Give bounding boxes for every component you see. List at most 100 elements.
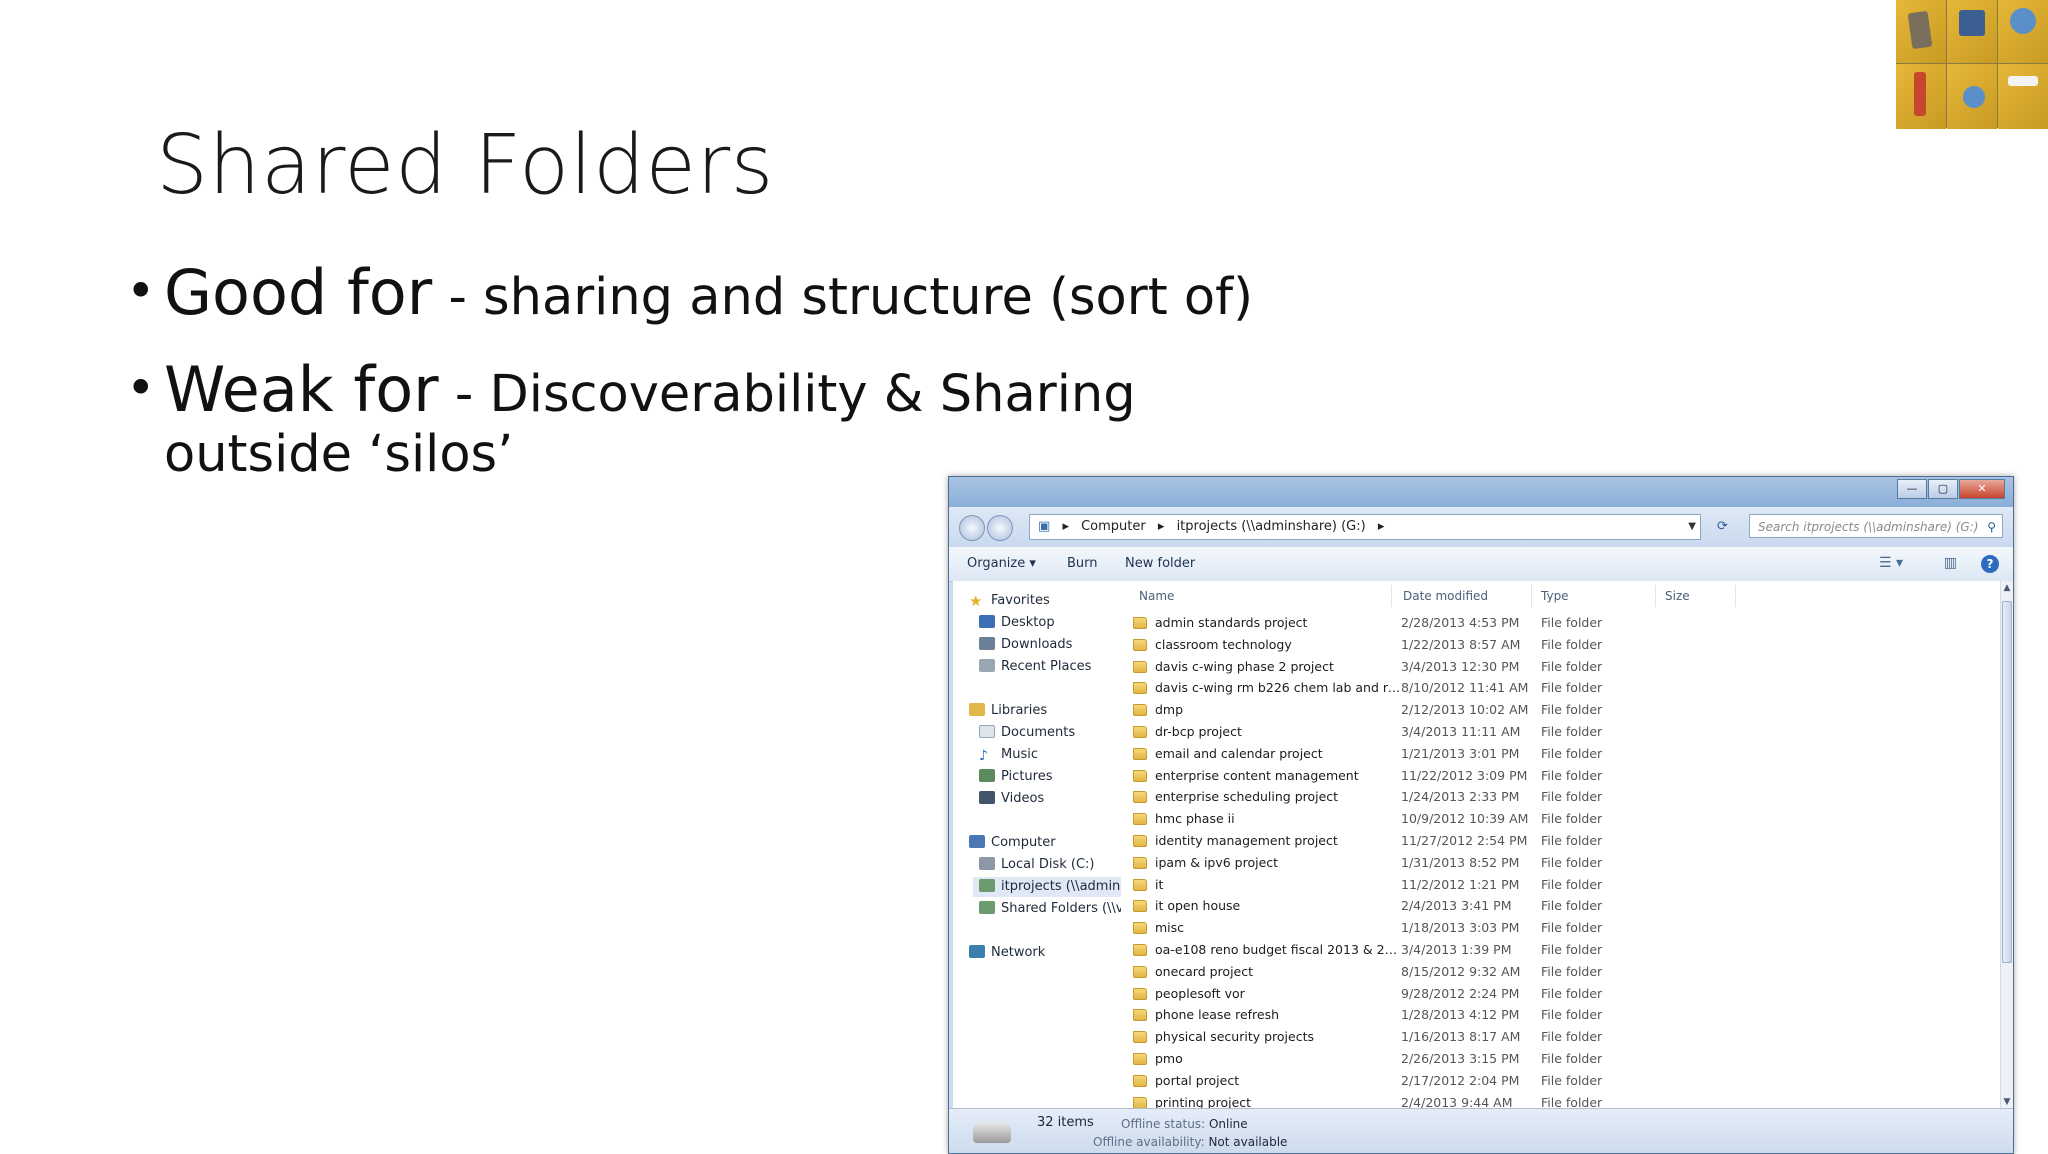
maximize-button[interactable]: ▢: [1928, 479, 1958, 499]
close-button[interactable]: ✕: [1959, 479, 2005, 499]
view-options-icon[interactable]: ☰ ▾: [1879, 555, 1903, 571]
details-pane: 32 items Offline status: Online Offline …: [949, 1108, 2013, 1153]
refresh-icon[interactable]: ⟳: [1717, 519, 1728, 534]
file-row[interactable]: dmp 2/12/2013 10:02 AM File folder: [1121, 700, 2003, 721]
file-row[interactable]: pmo 2/26/2013 3:15 PM File folder: [1121, 1049, 2003, 1070]
new-folder-button[interactable]: New folder: [1125, 556, 1195, 571]
file-row[interactable]: misc 1/18/2013 3:03 PM File folder: [1121, 918, 2003, 939]
file-date: 10/9/2012 10:39 AM: [1401, 811, 1529, 827]
nav-desktop[interactable]: Desktop: [979, 613, 1055, 633]
nav-videos[interactable]: Videos: [979, 789, 1044, 809]
address-segment-computer[interactable]: Computer: [1081, 519, 1146, 534]
scroll-down-icon[interactable]: ▼: [2001, 1097, 2013, 1107]
column-divider[interactable]: [1531, 585, 1532, 607]
scrollbar-thumb[interactable]: [2002, 601, 2012, 963]
folder-icon: [1133, 835, 1147, 847]
file-row[interactable]: admin standards project 2/28/2013 4:53 PM…: [1121, 613, 2003, 634]
file-row[interactable]: phone lease refresh 1/28/2013 4:12 PM File…: [1121, 1005, 2003, 1026]
forward-button[interactable]: [987, 515, 1013, 541]
file-name: identity management project: [1155, 833, 1338, 848]
address-bar[interactable]: ▣ ▸ Computer ▸ itprojects (\\adminshare)…: [1029, 514, 1701, 540]
file-type: File folder: [1541, 898, 1603, 914]
recent-places-icon: [979, 659, 995, 672]
file-row[interactable]: dr-bcp project 3/4/2013 11:11 AM File fold…: [1121, 722, 2003, 743]
file-row[interactable]: oa-e108 reno budget fiscal 2013 & 2014 3/…: [1121, 940, 2003, 961]
scroll-up-icon[interactable]: ▲: [2001, 583, 2013, 593]
nav-network[interactable]: Network: [969, 943, 1045, 963]
file-date: 2/4/2013 3:41 PM: [1401, 898, 1512, 914]
nav-pictures[interactable]: Pictures: [979, 767, 1052, 787]
column-header-size[interactable]: Size: [1665, 589, 1690, 603]
nav-computer[interactable]: Computer: [969, 833, 1056, 853]
search-input[interactable]: Search itprojects (\\adminshare) (G:) ⚲: [1749, 514, 2003, 538]
nav-shared-folders[interactable]: Shared Folders (\\vn: [979, 899, 1121, 919]
file-row[interactable]: hmc phase ii 10/9/2012 10:39 AM File folde…: [1121, 809, 2003, 830]
minimize-button[interactable]: —: [1897, 479, 1927, 499]
address-dropdown-icon[interactable]: ▼: [1688, 515, 1696, 539]
file-date: 1/28/2013 4:12 PM: [1401, 1007, 1520, 1023]
file-row[interactable]: email and calendar project 1/21/2013 3:01…: [1121, 744, 2003, 765]
column-header-name[interactable]: Name: [1139, 589, 1174, 603]
file-date: 1/31/2013 8:52 PM: [1401, 854, 1520, 870]
nav-local-disk[interactable]: Local Disk (C:): [979, 855, 1094, 875]
column-header-date[interactable]: Date modified: [1403, 589, 1488, 603]
file-row[interactable]: it 11/2/2012 1:21 PM File folder: [1121, 875, 2003, 896]
file-name: pmo: [1155, 1051, 1183, 1066]
file-date: 1/24/2013 2:33 PM: [1401, 789, 1520, 805]
nav-music[interactable]: ♪ Music: [979, 745, 1038, 765]
nav-documents[interactable]: Documents: [979, 723, 1075, 743]
bullet-dot: •: [126, 359, 156, 417]
file-row[interactable]: classroom technology 1/22/2013 8:57 AM Fil…: [1121, 635, 2003, 656]
folder-icon: [1133, 660, 1147, 673]
column-divider[interactable]: [1735, 585, 1736, 607]
file-row[interactable]: enterprise content management 11/22/2012 …: [1121, 766, 2003, 787]
back-button[interactable]: [959, 515, 985, 541]
address-segment-drive[interactable]: itprojects (\\adminshare) (G:): [1177, 519, 1366, 534]
file-name: oa-e108 reno budget fiscal 2013 & 2014: [1155, 942, 1401, 957]
file-row[interactable]: portal project 2/17/2012 2:04 PM File fold…: [1121, 1071, 2003, 1092]
file-row[interactable]: onecard project 8/15/2012 9:32 AM File fol…: [1121, 962, 2003, 983]
nav-favorites[interactable]: ★ Favorites: [969, 591, 1050, 611]
file-date: 2/26/2013 3:15 PM: [1401, 1051, 1520, 1066]
vertical-scrollbar[interactable]: ▲ ▼: [2000, 581, 2013, 1109]
file-row[interactable]: physical security projects 1/16/2013 8:17…: [1121, 1027, 2003, 1048]
folder-icon: [1133, 856, 1147, 869]
column-divider[interactable]: [1391, 585, 1392, 607]
help-icon[interactable]: ?: [1981, 555, 1999, 573]
file-row[interactable]: peoplesoft vor 9/28/2012 2:24 PM File fold…: [1121, 984, 2003, 1005]
window-titlebar[interactable]: — ▢ ✕: [949, 477, 2013, 507]
file-row[interactable]: printing project 2/4/2013 9:44 AM File fol…: [1121, 1093, 2003, 1109]
file-date: 8/15/2012 9:32 AM: [1401, 963, 1521, 979]
file-name: it: [1155, 876, 1164, 892]
file-row[interactable]: it open house 2/4/2013 3:41 PM File folder: [1121, 896, 2003, 917]
bullet-lead: Good for: [164, 256, 433, 329]
file-type: File folder: [1541, 702, 1603, 718]
file-row[interactable]: identity management project 11/27/2012 2:…: [1121, 831, 2003, 852]
file-name: physical security projects: [1155, 1029, 1314, 1045]
file-date: 2/12/2013 10:02 AM: [1401, 702, 1529, 718]
column-divider[interactable]: [1655, 585, 1656, 607]
file-row[interactable]: ipam & ipv6 project 1/31/2013 8:52 PM File…: [1121, 853, 2003, 874]
nav-downloads[interactable]: Downloads: [979, 635, 1072, 655]
organize-button[interactable]: Organize ▾: [967, 556, 1036, 571]
nav-libraries[interactable]: Libraries: [969, 701, 1047, 721]
file-row[interactable]: enterprise scheduling project 1/24/2013 2…: [1121, 787, 2003, 808]
file-name: misc: [1155, 920, 1185, 936]
column-header-type[interactable]: Type: [1541, 589, 1569, 603]
search-icon[interactable]: ⚲: [1987, 515, 1996, 537]
preview-pane-icon[interactable]: ▥: [1944, 555, 1957, 571]
star-icon: ★: [969, 592, 983, 610]
nav-recent-places[interactable]: Recent Places: [979, 657, 1091, 677]
file-row[interactable]: davis c-wing rm b226 chem lab and rm b..…: [1121, 678, 2003, 699]
file-row[interactable]: davis c-wing phase 2 project 3/4/2013 12:…: [1121, 657, 2003, 678]
file-name: portal project: [1155, 1072, 1240, 1088]
address-row: ▣ ▸ Computer ▸ itprojects (\\adminshare)…: [949, 507, 2013, 547]
folder-icon: [1133, 704, 1147, 717]
burn-button[interactable]: Burn: [1067, 556, 1098, 571]
explorer-window: — ▢ ✕ ▣ ▸ Computer ▸ itprojects (\\admin…: [948, 476, 2014, 1154]
bullet-text: - sharing and structure (sort of): [432, 268, 1253, 327]
computer-icon: [969, 835, 985, 848]
folder-icon: [1133, 1031, 1147, 1044]
file-type: File folder: [1541, 1094, 1603, 1109]
nav-itprojects[interactable]: itprojects (\\admins: [973, 877, 1121, 897]
